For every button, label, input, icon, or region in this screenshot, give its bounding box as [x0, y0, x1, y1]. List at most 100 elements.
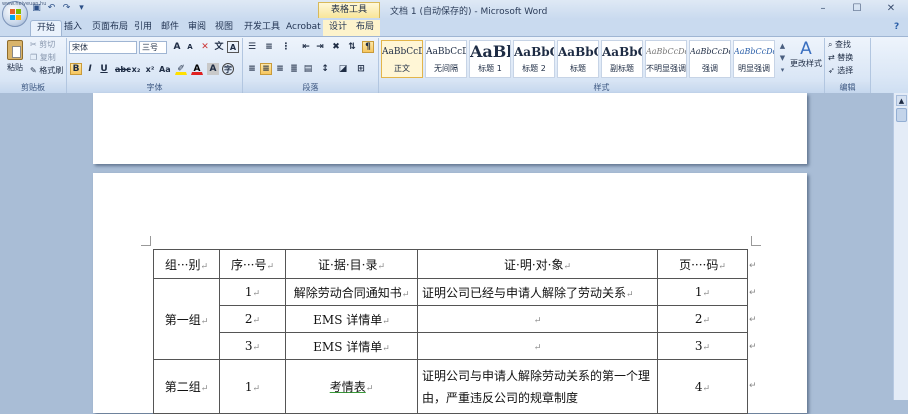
tab-mailings[interactable]: 邮件	[155, 20, 185, 36]
grow-font-icon[interactable]: A	[171, 41, 183, 53]
header-cell[interactable]: 组···别↵	[153, 249, 220, 279]
purpose-cell[interactable]: ↵	[417, 305, 658, 333]
tab-view[interactable]: 视图	[209, 20, 239, 36]
styles-group: AaBbCcDc 正文 AaBbCcDc 无间隔 AaBl 标题 1 AaBbC 标题 …	[379, 38, 825, 93]
font-size-combo[interactable]: 三号	[139, 41, 167, 54]
tab-page-layout[interactable]: 页面布局	[86, 20, 134, 36]
close-button[interactable]: ✕	[874, 0, 908, 17]
purpose-cell[interactable]: 证明公司已经与申请人解除了劳动关系↵	[417, 278, 658, 306]
style-no-spacing[interactable]: AaBbCcDc 无间隔	[425, 40, 467, 78]
underline-button[interactable]: U	[98, 63, 110, 75]
char-border-icon[interactable]: A	[227, 41, 239, 53]
highlight-icon[interactable]: ✐	[175, 63, 187, 75]
purpose-cell[interactable]: 证明公司与申请人解除劳动关系的第一个理由，严重违反公司的规章制度	[417, 359, 658, 414]
decrease-indent-icon[interactable]: ⇤	[300, 41, 312, 53]
char-shading-icon[interactable]: A	[207, 63, 219, 75]
row-end-mark: ↵	[749, 261, 757, 271]
distributed-icon[interactable]: ▤	[302, 63, 314, 75]
font-name-combo[interactable]: 宋体	[69, 41, 137, 54]
header-cell[interactable]: 序···号↵	[219, 249, 286, 279]
numbering-icon[interactable]: ≡	[263, 41, 275, 53]
phonetic-guide-icon[interactable]: 文	[213, 41, 225, 53]
bullets-icon[interactable]: ☰	[246, 41, 258, 53]
paste-button[interactable]: 粘贴	[4, 40, 26, 80]
page-cell[interactable]: 4↵	[657, 359, 748, 414]
style-heading-1[interactable]: AaBl 标题 1	[469, 40, 511, 78]
style-heading-2[interactable]: AaBbC 标题 2	[513, 40, 555, 78]
show-marks-icon[interactable]: ¶	[362, 41, 374, 53]
number-cell[interactable]: 1↵	[219, 359, 286, 414]
restore-button[interactable]: ☐	[840, 0, 874, 17]
minimize-button[interactable]: –	[806, 0, 840, 17]
italic-button[interactable]: I	[84, 63, 96, 75]
tab-layout[interactable]: 布局	[350, 20, 381, 36]
shading-icon[interactable]: ◪	[337, 63, 349, 75]
page-cell[interactable]: 1↵	[657, 278, 748, 306]
select-button[interactable]: ➶ 选择	[828, 65, 853, 77]
scroll-thumb[interactable]	[896, 108, 907, 122]
tab-developer[interactable]: 开发工具	[238, 20, 286, 36]
style-sample: AaBbCcDc	[382, 47, 422, 57]
styles-scroll[interactable]: ▲ ▼ ▾	[778, 40, 787, 78]
style-emphasis[interactable]: AaBbCcDd 强调	[689, 40, 731, 78]
select-label: 选择	[837, 66, 854, 75]
tab-references[interactable]: 引用	[128, 20, 158, 36]
purpose-cell[interactable]: ↵	[417, 332, 658, 360]
change-styles-button[interactable]: A 更改样式	[789, 39, 823, 81]
find-button[interactable]: ⌕ 查找	[828, 39, 851, 51]
header-cell[interactable]: 页····码↵	[657, 249, 748, 279]
align-center-icon[interactable]: ≡	[260, 63, 272, 75]
evidence-cell[interactable]: 解除劳动合同通知书↵	[285, 278, 418, 306]
multilevel-list-icon[interactable]: ⋮	[280, 41, 292, 53]
change-case-button[interactable]: Aa	[158, 63, 171, 75]
group-cell[interactable]: 第二组↵	[153, 359, 220, 414]
evidence-cell[interactable]: 考情表↵	[285, 359, 418, 414]
vertical-scrollbar[interactable]: ▲	[893, 93, 908, 400]
evidence-cell[interactable]: EMS 详情单↵	[285, 305, 418, 333]
strikethrough-button[interactable]: abc	[114, 63, 131, 75]
style-normal[interactable]: AaBbCcDc 正文	[381, 40, 423, 78]
style-subtle-emphasis[interactable]: AaBbCcDd 不明显强调	[645, 40, 687, 78]
number-cell[interactable]: 2↵	[219, 305, 286, 333]
page-cell[interactable]: 3↵	[657, 332, 748, 360]
font-color-icon[interactable]: A	[191, 63, 203, 75]
tab-design[interactable]: 设计	[323, 20, 354, 36]
enclose-char-icon[interactable]: 字	[222, 63, 234, 75]
style-intense-emphasis[interactable]: AaBbCcDd 明显强调	[733, 40, 775, 78]
increase-indent-icon[interactable]: ⇥	[314, 41, 326, 53]
number-cell[interactable]: 3↵	[219, 332, 286, 360]
copy-button[interactable]: ❐ 复制	[30, 52, 56, 64]
number-cell[interactable]: 1↵	[219, 278, 286, 306]
page-cell[interactable]: 2↵	[657, 305, 748, 333]
borders-icon[interactable]: ⊞	[355, 63, 367, 75]
chinese-layout-icon[interactable]: ✖	[330, 41, 342, 53]
align-left-icon[interactable]: ≡	[246, 63, 258, 75]
customize-icon[interactable]: ▾	[76, 3, 87, 14]
group-cell[interactable]: 第一组↵	[153, 278, 220, 360]
redo-icon[interactable]: ↷	[61, 3, 72, 14]
align-right-icon[interactable]: ≡	[274, 63, 286, 75]
replace-button[interactable]: ⇄ 替换	[828, 52, 853, 64]
header-cell[interactable]: 证·据·目·录↵	[285, 249, 418, 279]
window-controls: – ☐ ✕	[806, 0, 908, 17]
clear-format-icon[interactable]: ✕	[199, 41, 211, 53]
bold-button[interactable]: B	[70, 63, 82, 75]
tab-acrobat[interactable]: Acrobat	[280, 20, 327, 36]
cut-button[interactable]: ✂ 剪切	[30, 39, 55, 51]
format-painter-button[interactable]: ✎ 格式刷	[30, 65, 63, 77]
scroll-up-arrow-icon[interactable]: ▲	[896, 95, 907, 106]
style-subtitle[interactable]: AaBbC 副标题	[601, 40, 643, 78]
tab-insert[interactable]: 插入	[58, 20, 88, 36]
sort-icon[interactable]: ⇅	[346, 41, 358, 53]
superscript-button[interactable]: x²	[144, 63, 156, 75]
subscript-button[interactable]: x₂	[130, 63, 142, 75]
justify-icon[interactable]: ≣	[288, 63, 300, 75]
undo-icon[interactable]: ↶	[46, 3, 57, 14]
style-title[interactable]: AaBbC 标题	[557, 40, 599, 78]
help-icon[interactable]: ?	[888, 20, 905, 36]
line-spacing-icon[interactable]: ↕	[319, 63, 331, 75]
tab-review[interactable]: 审阅	[182, 20, 212, 36]
shrink-font-icon[interactable]: A	[184, 41, 196, 53]
evidence-cell[interactable]: EMS 详情单↵	[285, 332, 418, 360]
header-cell[interactable]: 证·明·对·象↵	[417, 249, 658, 279]
